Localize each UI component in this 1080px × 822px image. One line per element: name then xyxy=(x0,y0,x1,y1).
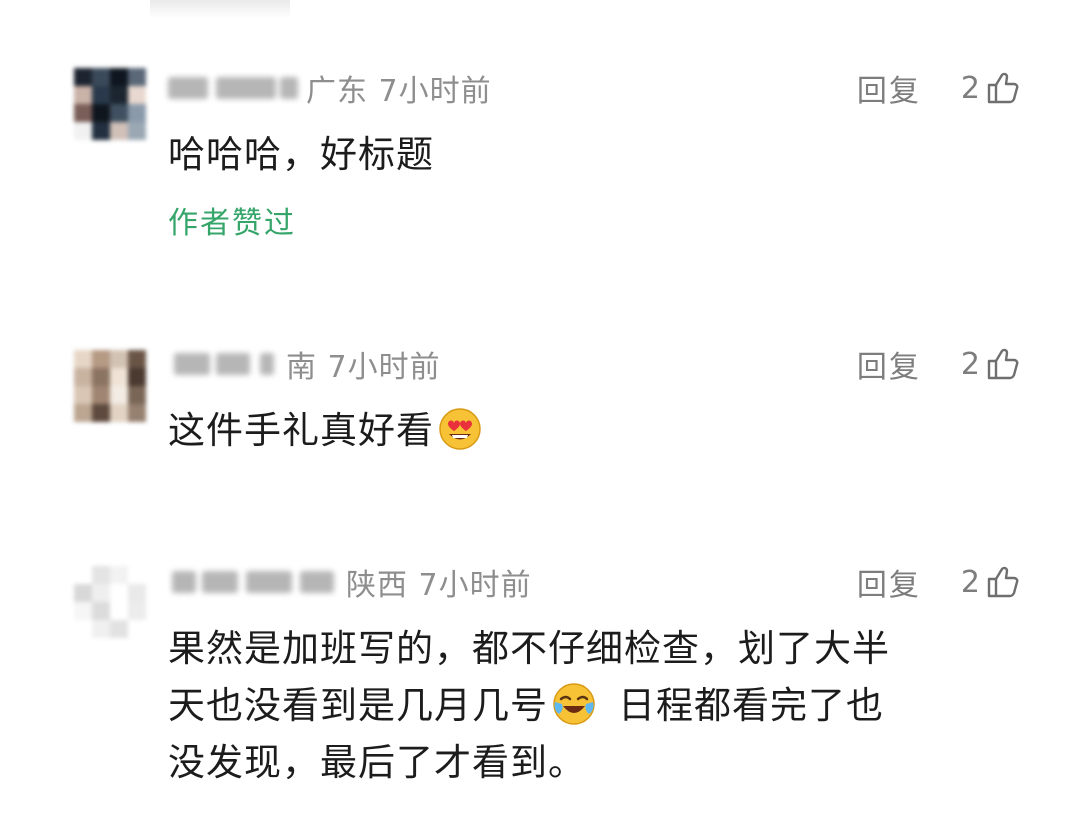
avatar-mosaic-cell xyxy=(110,68,128,86)
comment-text: 果然是加班写的，都不仔细检查，划了大半 天也没看到是几月几号 日程都看完了也 没… xyxy=(168,620,1028,791)
like-count: 2 xyxy=(960,564,980,600)
reply-button[interactable]: 回复 xyxy=(857,342,921,386)
avatar-mosaic-cell xyxy=(128,350,146,368)
comment-actions: 回复 2 xyxy=(857,66,1020,110)
author-liked-badge: 作者赞过 xyxy=(168,206,296,241)
heart-eyes-emoji-icon xyxy=(439,408,481,450)
comment-meta: 南 7小时前 xyxy=(168,344,441,385)
comment-text-content: 这件手礼真好看 xyxy=(168,409,434,452)
avatar-mosaic-cell xyxy=(110,368,128,386)
avatar-mosaic-cell xyxy=(128,620,146,638)
like-count: 2 xyxy=(960,70,980,106)
comment-text: 哈哈哈，好标题 xyxy=(168,133,434,176)
avatar-mosaic-cell xyxy=(92,566,110,584)
avatar-mosaic-cell xyxy=(74,368,92,386)
avatar-mosaic-cell xyxy=(74,620,92,638)
avatar[interactable] xyxy=(74,566,146,638)
avatar-mosaic-cell xyxy=(74,86,92,104)
avatar-mosaic-cell xyxy=(110,602,128,620)
avatar-mosaic-cell xyxy=(128,104,146,122)
username-blurred[interactable] xyxy=(168,567,338,597)
avatar-mosaic-cell xyxy=(92,86,110,104)
location-time: 广东 7小时前 xyxy=(306,74,492,109)
avatar-mosaic-cell xyxy=(128,566,146,584)
comment-text-line: 没发现，最后了才看到。 xyxy=(168,741,586,784)
avatar-mosaic-cell xyxy=(92,368,110,386)
avatar-mosaic-cell xyxy=(110,404,128,422)
username-blurred[interactable] xyxy=(168,73,298,103)
comment-meta: 陕西 7小时前 xyxy=(168,562,532,603)
avatar-mosaic-cell xyxy=(110,566,128,584)
avatar-mosaic-cell xyxy=(110,104,128,122)
comment-text-line: 天也没看到是几月几号 日程都看完了也 xyxy=(168,677,1028,734)
avatar-mosaic-cell xyxy=(110,86,128,104)
avatar-mosaic-cell xyxy=(74,386,92,404)
comment-text: 这件手礼真好看 xyxy=(168,402,1028,459)
avatar-mosaic-cell xyxy=(110,620,128,638)
avatar-mosaic-cell xyxy=(92,584,110,602)
avatar-mosaic-cell xyxy=(74,350,92,368)
previous-content-edge xyxy=(150,0,290,18)
location-time: 陕西 7小时前 xyxy=(346,568,532,603)
avatar-mosaic-cell xyxy=(74,68,92,86)
like-count: 2 xyxy=(960,346,980,382)
crying-laughing-emoji-icon xyxy=(553,683,595,725)
avatar-mosaic-cell xyxy=(92,602,110,620)
avatar-mosaic-cell xyxy=(128,368,146,386)
avatar-mosaic-cell xyxy=(74,404,92,422)
avatar-mosaic-cell xyxy=(74,566,92,584)
avatar-mosaic-cell xyxy=(74,122,92,140)
avatar-mosaic-cell xyxy=(74,104,92,122)
avatar-mosaic-cell xyxy=(128,122,146,140)
avatar-mosaic-cell xyxy=(92,122,110,140)
avatar-mosaic-cell xyxy=(128,404,146,422)
avatar-mosaic-cell xyxy=(74,584,92,602)
avatar-mosaic-cell xyxy=(92,620,110,638)
comment-meta: 广东 7小时前 xyxy=(168,68,492,109)
avatar[interactable] xyxy=(74,68,146,140)
avatar-mosaic-cell xyxy=(92,68,110,86)
comment-actions: 回复 2 xyxy=(857,342,1020,386)
avatar[interactable] xyxy=(74,350,146,422)
reply-button[interactable]: 回复 xyxy=(857,560,921,604)
avatar-mosaic-cell xyxy=(110,122,128,140)
comment-text-line: 果然是加班写的，都不仔细检查，划了大半 xyxy=(168,627,890,670)
avatar-mosaic-cell xyxy=(110,584,128,602)
location-time: 南 7小时前 xyxy=(286,350,441,385)
avatar-mosaic-cell xyxy=(92,350,110,368)
avatar-mosaic-cell xyxy=(128,584,146,602)
thumbs-up-icon[interactable] xyxy=(986,347,1020,381)
avatar-mosaic-cell xyxy=(92,404,110,422)
comment-text-segment: 天也没看到是几月几号 xyxy=(168,684,548,727)
avatar-mosaic-cell xyxy=(92,104,110,122)
avatar-mosaic-cell xyxy=(110,386,128,404)
avatar-mosaic-cell xyxy=(110,350,128,368)
reply-button[interactable]: 回复 xyxy=(857,66,921,110)
username-blurred[interactable] xyxy=(168,349,278,379)
avatar-mosaic-cell xyxy=(92,386,110,404)
thumbs-up-icon[interactable] xyxy=(986,71,1020,105)
avatar-mosaic-cell xyxy=(128,386,146,404)
avatar-mosaic-cell xyxy=(74,602,92,620)
comment-text-segment: 日程都看完了也 xyxy=(618,684,884,727)
thumbs-up-icon[interactable] xyxy=(986,565,1020,599)
avatar-mosaic-cell xyxy=(128,602,146,620)
avatar-mosaic-cell xyxy=(128,68,146,86)
comment-actions: 回复 2 xyxy=(857,560,1020,604)
avatar-mosaic-cell xyxy=(128,86,146,104)
